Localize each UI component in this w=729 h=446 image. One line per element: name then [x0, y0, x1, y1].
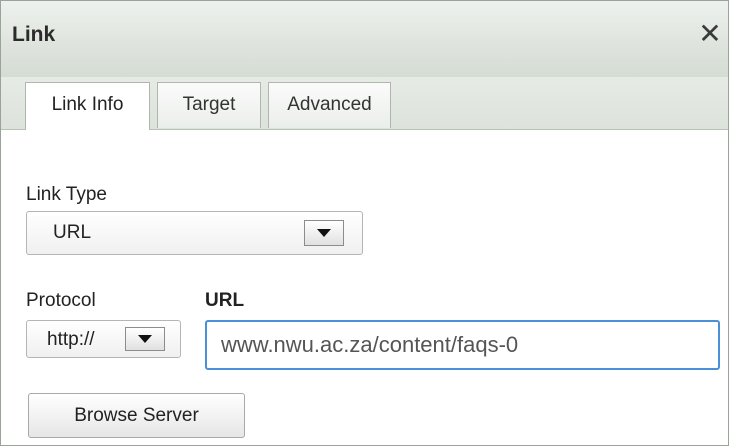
link-type-select[interactable]: URL [26, 211, 363, 255]
url-label: URL [205, 290, 245, 311]
tab-strip: Link Info Target Advanced [1, 77, 728, 130]
url-input[interactable] [205, 320, 720, 370]
tab-target[interactable]: Target [157, 82, 261, 128]
close-icon[interactable]: ✕ [695, 19, 725, 49]
protocol-label: Protocol [26, 290, 96, 311]
browse-server-button[interactable]: Browse Server [28, 393, 245, 438]
link-type-value: URL [53, 222, 92, 243]
tab-advanced[interactable]: Advanced [268, 82, 391, 128]
link-dialog: Link ✕ Link Info Target Advanced Link Ty… [0, 0, 729, 446]
dialog-title-bar[interactable]: Link ✕ [1, 1, 728, 78]
link-type-label: Link Type [26, 184, 107, 205]
protocol-value: http:// [47, 329, 95, 350]
dialog-title: Link [12, 23, 56, 46]
dropdown-arrow-icon[interactable] [304, 220, 344, 246]
dropdown-arrow-icon[interactable] [125, 327, 165, 351]
tab-link-info[interactable]: Link Info [25, 82, 150, 130]
protocol-select[interactable]: http:// [26, 320, 181, 358]
